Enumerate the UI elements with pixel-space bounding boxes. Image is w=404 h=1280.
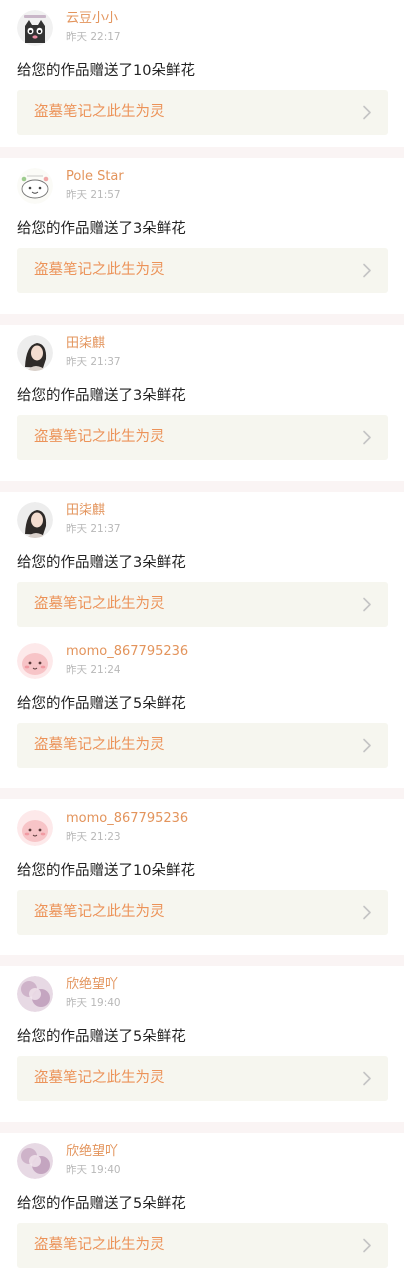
- notification-card: 田柒麒 昨天 21:37 给您的作品赠送了3朵鲜花 盗墓笔记之此生为灵: [0, 325, 404, 472]
- username[interactable]: 云豆小小: [66, 11, 118, 27]
- notification-card: 云豆小小 昨天 22:17 给您的作品赠送了10朵鲜花 盗墓笔记之此生为灵: [0, 0, 404, 147]
- gift-message: 给您的作品赠送了3朵鲜花: [17, 388, 186, 404]
- notification-card: momo_867795236 昨天 21:23 给您的作品赠送了10朵鲜花 盗墓…: [0, 800, 404, 947]
- work-link-button[interactable]: 盗墓笔记之此生为灵: [17, 1056, 388, 1101]
- avatar[interactable]: [17, 810, 53, 846]
- chevron-right-icon: [362, 105, 372, 120]
- section-divider: [0, 788, 404, 799]
- section-divider: [0, 314, 404, 325]
- work-title: 盗墓笔记之此生为灵: [34, 262, 165, 278]
- work-link-button[interactable]: 盗墓笔记之此生为灵: [17, 890, 388, 935]
- avatar[interactable]: [17, 168, 53, 204]
- gift-message: 给您的作品赠送了3朵鲜花: [17, 555, 186, 571]
- timestamp: 昨天 22:17: [66, 31, 121, 43]
- portrait-avatar-icon: [17, 502, 53, 538]
- gift-message: 给您的作品赠送了10朵鲜花: [17, 63, 195, 79]
- notification-card: 欣绝望吖 昨天 19:40 给您的作品赠送了5朵鲜花 盗墓笔记之此生为灵: [0, 1133, 404, 1280]
- portrait-avatar-icon: [17, 335, 53, 371]
- doodle-avatar-icon: [17, 168, 53, 204]
- notification-card: 欣绝望吖 昨天 19:40 给您的作品赠送了5朵鲜花 盗墓笔记之此生为灵: [0, 966, 404, 1113]
- avatar[interactable]: [17, 335, 53, 371]
- work-title: 盗墓笔记之此生为灵: [34, 1070, 165, 1086]
- username[interactable]: 田柒麒: [66, 503, 105, 519]
- avatar[interactable]: [17, 502, 53, 538]
- chevron-right-icon: [362, 263, 372, 278]
- username[interactable]: 欣绝望吖: [66, 1144, 118, 1160]
- gift-message: 给您的作品赠送了5朵鲜花: [17, 696, 186, 712]
- blurred-avatar-icon: [17, 976, 53, 1012]
- section-divider: [0, 955, 404, 966]
- username[interactable]: Pole Star: [66, 169, 124, 185]
- blurred-avatar-icon: [17, 1143, 53, 1179]
- notification-card: momo_867795236 昨天 21:24 给您的作品赠送了5朵鲜花 盗墓笔…: [0, 633, 404, 780]
- username[interactable]: 欣绝望吖: [66, 977, 118, 993]
- pink-character-avatar-icon: [17, 643, 53, 679]
- avatar[interactable]: [17, 643, 53, 679]
- work-link-button[interactable]: 盗墓笔记之此生为灵: [17, 1223, 388, 1268]
- gift-message: 给您的作品赠送了3朵鲜花: [17, 221, 186, 237]
- chevron-right-icon: [362, 1071, 372, 1086]
- work-title: 盗墓笔记之此生为灵: [34, 1237, 165, 1253]
- username[interactable]: momo_867795236: [66, 811, 188, 827]
- timestamp: 昨天 21:57: [66, 189, 121, 201]
- gift-message: 给您的作品赠送了5朵鲜花: [17, 1196, 186, 1212]
- work-link-button[interactable]: 盗墓笔记之此生为灵: [17, 582, 388, 627]
- pink-character-avatar-icon: [17, 810, 53, 846]
- avatar[interactable]: [17, 10, 53, 46]
- timestamp: 昨天 21:23: [66, 831, 121, 843]
- chevron-right-icon: [362, 430, 372, 445]
- avatar[interactable]: [17, 1143, 53, 1179]
- section-divider: [0, 147, 404, 158]
- notification-card: 田柒麒 昨天 21:37 给您的作品赠送了3朵鲜花 盗墓笔记之此生为灵: [0, 492, 404, 639]
- timestamp: 昨天 19:40: [66, 1164, 121, 1176]
- work-title: 盗墓笔记之此生为灵: [34, 596, 165, 612]
- chevron-right-icon: [362, 738, 372, 753]
- notification-card: Pole Star 昨天 21:57 给您的作品赠送了3朵鲜花 盗墓笔记之此生为…: [0, 158, 404, 305]
- work-link-button[interactable]: 盗墓笔记之此生为灵: [17, 415, 388, 460]
- gift-message: 给您的作品赠送了10朵鲜花: [17, 863, 195, 879]
- gift-message: 给您的作品赠送了5朵鲜花: [17, 1029, 186, 1045]
- chevron-right-icon: [362, 905, 372, 920]
- username[interactable]: 田柒麒: [66, 336, 105, 352]
- section-divider: [0, 1122, 404, 1133]
- avatar[interactable]: [17, 976, 53, 1012]
- timestamp: 昨天 21:37: [66, 523, 121, 535]
- work-title: 盗墓笔记之此生为灵: [34, 104, 165, 120]
- work-title: 盗墓笔记之此生为灵: [34, 429, 165, 445]
- section-divider: [0, 481, 404, 492]
- timestamp: 昨天 19:40: [66, 997, 121, 1009]
- timestamp: 昨天 21:37: [66, 356, 121, 368]
- work-link-button[interactable]: 盗墓笔记之此生为灵: [17, 723, 388, 768]
- work-link-button[interactable]: 盗墓笔记之此生为灵: [17, 90, 388, 135]
- work-title: 盗墓笔记之此生为灵: [34, 904, 165, 920]
- username[interactable]: momo_867795236: [66, 644, 188, 660]
- cat-avatar-icon: [17, 10, 53, 46]
- chevron-right-icon: [362, 1238, 372, 1253]
- timestamp: 昨天 21:24: [66, 664, 121, 676]
- chevron-right-icon: [362, 597, 372, 612]
- work-title: 盗墓笔记之此生为灵: [34, 737, 165, 753]
- work-link-button[interactable]: 盗墓笔记之此生为灵: [17, 248, 388, 293]
